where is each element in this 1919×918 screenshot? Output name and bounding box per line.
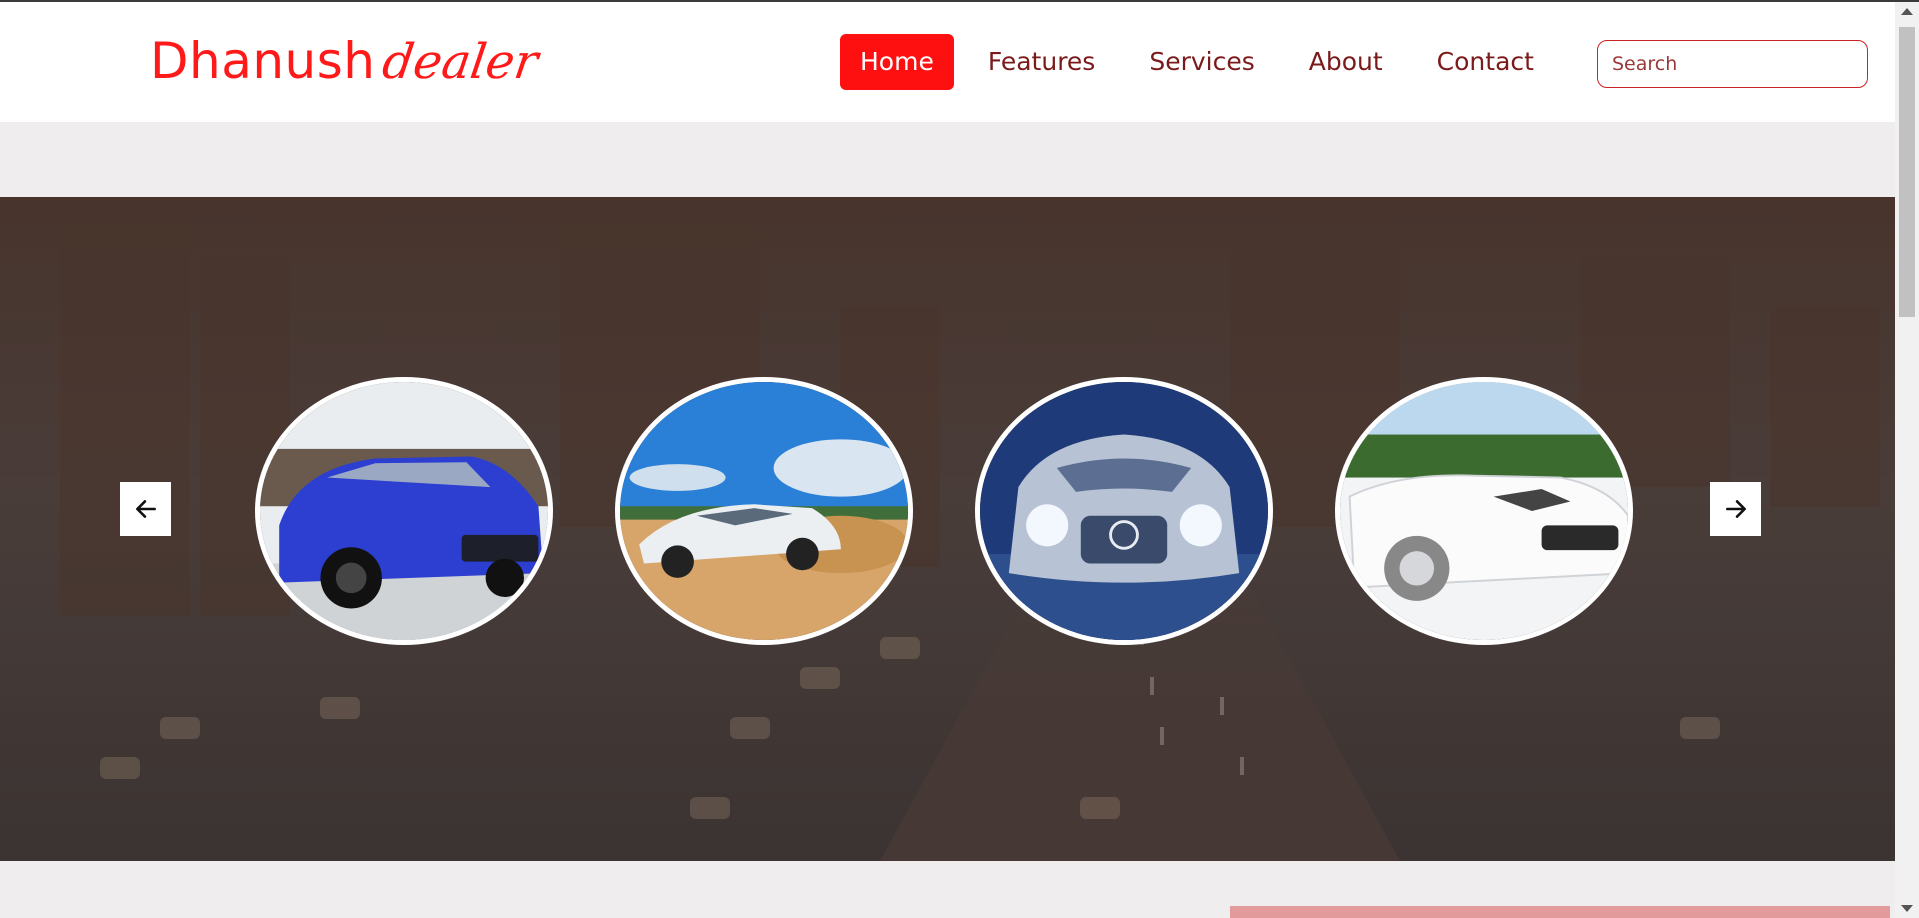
- arrow-right-icon: [1725, 500, 1746, 518]
- carousel-slide[interactable]: [255, 377, 553, 645]
- nav-item-services[interactable]: Services: [1129, 34, 1274, 90]
- carousel-prev-button[interactable]: [120, 482, 171, 536]
- site-header: Dhanushdealer Home Features Services Abo…: [0, 2, 1895, 122]
- background-car: [880, 637, 920, 659]
- lane-marking: [1160, 727, 1164, 745]
- background-car: [320, 697, 360, 719]
- carousel-slide[interactable]: [975, 377, 1273, 645]
- background-car: [800, 667, 840, 689]
- page-scrollbar[interactable]: [1895, 2, 1919, 918]
- scroll-up-icon[interactable]: [1901, 8, 1913, 15]
- nav-item-contact[interactable]: Contact: [1417, 34, 1554, 90]
- nav-item-about[interactable]: About: [1289, 34, 1403, 90]
- nav-item-features[interactable]: Features: [968, 34, 1116, 90]
- search-input[interactable]: [1597, 40, 1868, 88]
- carousel-slide[interactable]: [1335, 377, 1633, 645]
- arrow-left-icon: [135, 500, 156, 518]
- brand-tagline: dealer: [379, 34, 542, 90]
- brand-logo[interactable]: Dhanushdealer: [150, 32, 542, 90]
- background-car: [690, 797, 730, 819]
- nav-item-home[interactable]: Home: [840, 34, 954, 90]
- blue-sedan-image: [260, 382, 548, 640]
- carousel-slide[interactable]: [615, 377, 913, 645]
- white-bmw-dust-image: [620, 382, 908, 640]
- lane-marking: [1150, 677, 1154, 695]
- background-car: [1680, 717, 1720, 739]
- background-building: [1770, 307, 1880, 507]
- carousel-next-button[interactable]: [1710, 482, 1761, 536]
- silver-mercedes-front-image: [980, 382, 1268, 640]
- background-car: [160, 717, 200, 739]
- scroll-down-icon[interactable]: [1901, 905, 1913, 912]
- white-convertible-image: [1340, 382, 1628, 640]
- main-nav: Home Features Services About Contact: [840, 34, 1568, 90]
- background-building: [60, 197, 190, 617]
- background-car: [730, 717, 770, 739]
- background-car: [100, 757, 140, 779]
- section-banner-edge: [1230, 906, 1890, 918]
- lane-marking: [1220, 697, 1224, 715]
- brand-name: Dhanush: [150, 32, 376, 90]
- scroll-thumb[interactable]: [1899, 27, 1915, 317]
- hero-carousel: [0, 197, 1895, 861]
- background-car: [1080, 797, 1120, 819]
- lane-marking: [1240, 757, 1244, 775]
